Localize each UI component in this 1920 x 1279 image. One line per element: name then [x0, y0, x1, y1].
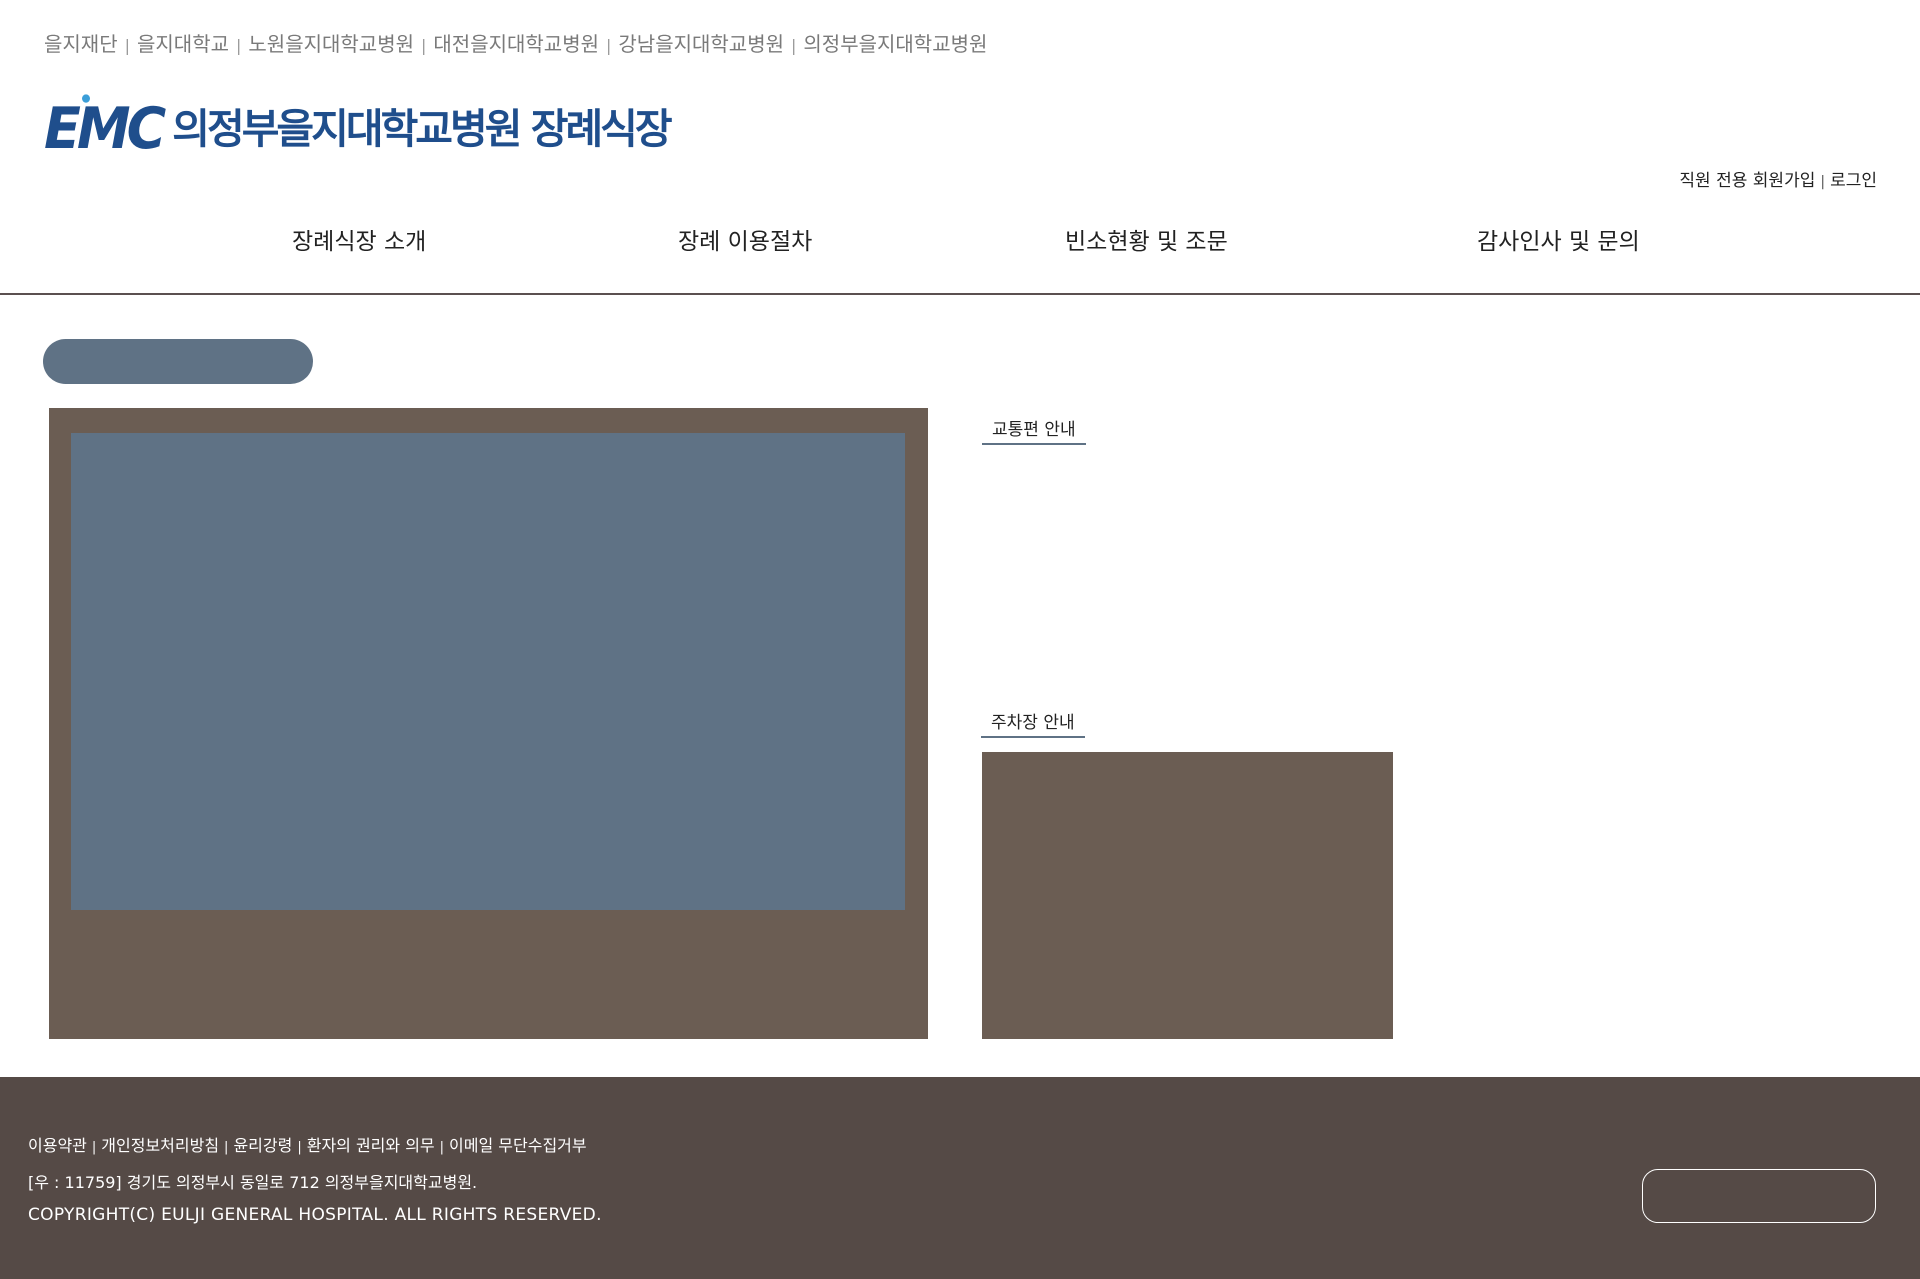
separator: |	[421, 36, 427, 55]
footer-link-terms[interactable]: 이용약관	[28, 1136, 87, 1155]
nav-item-inquiry[interactable]: 감사인사 및 문의	[1477, 222, 1640, 256]
member-links: 직원 전용 회원가입 | 로그인	[1679, 166, 1877, 191]
logo-text: 의정부을지대학교병원 장례식장	[172, 104, 672, 153]
footer-link-patient-rights[interactable]: 환자의 권리와 의무	[307, 1136, 435, 1155]
separator: |	[1820, 174, 1826, 190]
logo-mark-text: EMC	[44, 95, 166, 162]
page-title-pill	[43, 339, 313, 384]
family-link-gangnam[interactable]: 강남을지대학교병원	[618, 32, 784, 56]
footer-address: [우 : 11759] 경기도 의정부시 동일로 712 의정부을지대학교병원.	[28, 1173, 478, 1192]
site-footer: 이용약관 | 개인정보처리방침 | 윤리강령 | 환자의 권리와 의무 | 이메일 무단수집거부…	[0, 1077, 1920, 1279]
family-link-foundation[interactable]: 을지재단	[44, 32, 118, 56]
separator: |	[124, 36, 130, 55]
staff-signup-link[interactable]: 직원 전용 회원가입	[1679, 171, 1815, 191]
separator: |	[606, 36, 612, 55]
media-frame	[49, 408, 928, 1039]
footer-copyright: COPYRIGHT(C) EULJI GENERAL HOSPITAL. ALL…	[28, 1205, 602, 1225]
footer-links: 이용약관 | 개인정보처리방침 | 윤리강령 | 환자의 권리와 의무 | 이메일 무단수집거부	[28, 1132, 587, 1156]
footer-link-privacy[interactable]: 개인정보처리방침	[101, 1136, 219, 1155]
nav-item-about[interactable]: 장례식장 소개	[292, 222, 426, 256]
separator: |	[439, 1140, 445, 1155]
nav-divider	[0, 293, 1920, 295]
family-link-nowon[interactable]: 노원을지대학교병원	[248, 32, 414, 56]
login-link[interactable]: 로그인	[1830, 171, 1877, 191]
main-navigation: 장례식장 소개 장례 이용절차 빈소현황 및 조문 감사인사 및 문의	[0, 218, 1920, 274]
nav-item-procedure[interactable]: 장례 이용절차	[678, 222, 812, 256]
nav-item-status[interactable]: 빈소현황 및 조문	[1065, 222, 1228, 256]
logo-dot-icon	[82, 94, 90, 103]
family-site-select[interactable]	[1642, 1169, 1876, 1223]
footer-link-ethics[interactable]: 윤리강령	[233, 1136, 292, 1155]
family-link-daejeon[interactable]: 대전을지대학교병원	[433, 32, 599, 56]
logo-mark: EMC	[44, 94, 166, 158]
separator: |	[91, 1140, 97, 1155]
family-link-uijeongbu[interactable]: 의정부을지대학교병원	[803, 32, 987, 56]
separator: |	[791, 36, 797, 55]
separator: |	[297, 1140, 302, 1155]
separator: |	[224, 1140, 229, 1155]
footer-link-email-policy[interactable]: 이메일 무단수집거부	[449, 1136, 587, 1155]
separator: |	[236, 36, 242, 55]
traffic-section-title: 교통편 안내	[982, 415, 1086, 445]
parking-section-title: 주차장 안내	[981, 708, 1085, 738]
family-site-links: 을지재단 | 을지대학교 | 노원을지대학교병원 | 대전을지대학교병원 | 강남을지대학교병원…	[44, 28, 987, 57]
media-screen[interactable]	[71, 433, 905, 910]
family-link-university[interactable]: 을지대학교	[137, 32, 229, 56]
parking-map-image	[982, 752, 1393, 1039]
site-logo[interactable]: EMC 의정부을지대학교병원 장례식장	[44, 94, 673, 158]
